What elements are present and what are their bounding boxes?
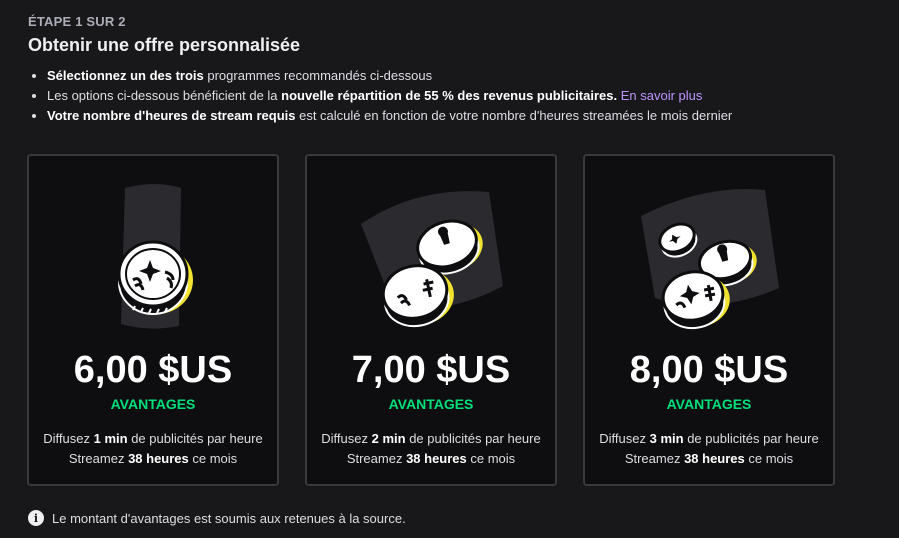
- bullet-item: Votre nombre d'heures de stream requis e…: [47, 106, 732, 126]
- ad-duration-text: Diffusez 1 min de publicités par heure: [43, 431, 263, 446]
- ad-duration-text: Diffusez 3 min de publicités par heure: [599, 431, 819, 446]
- offer-card-1[interactable]: 6,00 $US AVANTAGES Diffusez 1 min de pub…: [27, 154, 279, 486]
- bullet-text: programmes recommandés ci-dessous: [203, 68, 433, 83]
- tax-notice: i Le montant d'avantages est soumis aux …: [28, 510, 406, 526]
- info-icon: i: [28, 510, 44, 526]
- bullet-strong: Votre nombre d'heures de stream requis: [47, 108, 296, 123]
- three-coins-illustration: [641, 189, 779, 330]
- single-coin-illustration: [117, 184, 193, 329]
- tax-notice-text: Le montant d'avantages est soumis aux re…: [52, 510, 406, 526]
- perk-label: AVANTAGES: [666, 396, 752, 412]
- offer-card-3[interactable]: 8,00 $US AVANTAGES Diffusez 3 min de pub…: [583, 154, 835, 486]
- perk-label: AVANTAGES: [388, 396, 474, 412]
- offer-price: 8,00 $US: [629, 349, 789, 391]
- learn-more-link[interactable]: En savoir plus: [621, 88, 703, 103]
- stream-hours-text: Streamez 38 heures ce mois: [68, 451, 238, 466]
- offer-price: 7,00 $US: [351, 349, 511, 391]
- bullet-text: Les options ci-dessous bénéficient de la: [47, 88, 282, 103]
- stream-hours-text: Streamez 38 heures ce mois: [346, 451, 516, 466]
- step-indicator: ÉTAPE 1 SUR 2: [28, 14, 126, 29]
- page-title: Obtenir une offre personnalisée: [28, 35, 301, 55]
- ad-duration-text: Diffusez 2 min de publicités par heure: [321, 431, 541, 446]
- stream-hours-text: Streamez 38 heures ce mois: [624, 451, 794, 466]
- bullet-item: Sélectionnez un des trois programmes rec…: [47, 66, 732, 86]
- bullet-text: est calculé en fonction de votre nombre …: [295, 108, 733, 123]
- bullet-item: Les options ci-dessous bénéficient de la…: [47, 86, 732, 106]
- offer-price: 6,00 $US: [73, 349, 233, 391]
- bullet-strong: Sélectionnez un des trois: [47, 68, 204, 83]
- two-coins-illustration: [361, 191, 503, 328]
- bullet-strong: nouvelle répartition de 55 % des revenus…: [281, 88, 618, 103]
- perk-label: AVANTAGES: [110, 396, 196, 412]
- info-bullet-list: Sélectionnez un des trois programmes rec…: [28, 66, 732, 126]
- offer-card-2[interactable]: 7,00 $US AVANTAGES Diffusez 2 min de pub…: [305, 154, 557, 486]
